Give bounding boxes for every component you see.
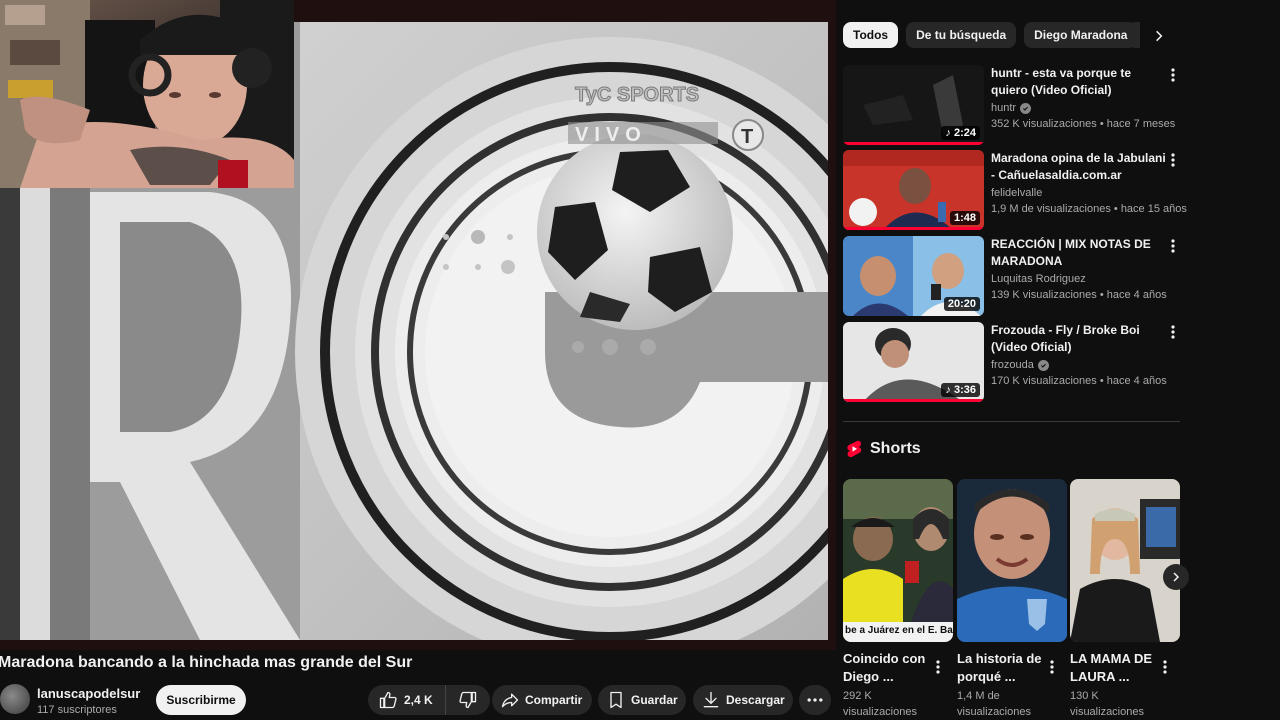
webcam-overlay [0,0,294,188]
short-caption: be a Juárez en el E. Ba [845,625,953,636]
verified-icon [1037,359,1049,371]
verified-icon [1020,102,1032,114]
recommendation-title[interactable]: Maradona opina de la Jabulani - Cañuelas… [991,150,1171,184]
chip-diego-maradona[interactable]: Diego Maradona [1024,22,1138,48]
shorts-header: Shorts [846,440,921,458]
recommendation-item[interactable]: 1:48 Maradona opina de la Jabulani - Cañ… [843,150,1187,230]
chip-overflow [1128,22,1140,48]
share-label: Compartir [525,693,583,707]
more-vertical-icon[interactable] [1169,238,1177,254]
save-button[interactable]: Guardar [598,685,686,715]
download-icon [703,691,719,708]
channel-name[interactable]: lanuscapodelsur [37,686,140,701]
dislike-button[interactable] [446,685,490,715]
short-views: 1,4 M de visualizaciones [957,690,1031,718]
like-dislike-group: 2,4 K [368,685,490,715]
video-thumbnail[interactable]: 1:48 [843,150,984,230]
short-title[interactable]: Coincido con Diego ... [843,650,931,686]
section-divider [843,421,1180,422]
subscribe-button[interactable]: Suscribirme [156,685,246,715]
chip-de-tu-busqueda[interactable]: De tu búsqueda [906,22,1017,48]
recommendation-item[interactable]: 20:20 REACCIÓN | MIX NOTAS DE MARADONA L… [843,236,1183,316]
more-vertical-icon[interactable] [934,659,942,675]
recommendation-channel[interactable]: felidelvalle [991,187,1042,199]
save-label: Guardar [631,693,678,707]
short-thumbnail[interactable] [957,479,1067,642]
short-thumbnail[interactable]: be a Juárez en el E. Ba [843,479,953,642]
filter-chips: Todos De tu búsqueda Diego Maradona [843,22,1138,48]
short-views: 130 K visualizaciones [1070,690,1144,718]
download-label: Descargar [726,693,785,707]
recommendation-item[interactable]: ♪ 2:24 huntr - esta va porque te quiero … [843,65,1183,145]
short-item[interactable]: be a Juárez en el E. Ba Coincido con Die… [843,479,953,720]
short-title[interactable]: La historia de porqué ... [957,650,1045,686]
more-horizontal-icon [807,698,823,702]
more-vertical-icon[interactable] [1048,659,1056,675]
short-item[interactable]: La historia de porqué ... 1,4 M de visua… [957,479,1067,720]
recommendation-title[interactable]: REACCIÓN | MIX NOTAS DE MARADONA [991,236,1171,270]
more-actions-button[interactable] [799,685,831,715]
video-thumbnail[interactable]: ♪ 2:24 [843,65,984,145]
chevron-right-icon [1173,572,1180,582]
share-button[interactable]: Compartir [492,685,592,715]
more-vertical-icon[interactable] [1161,659,1169,675]
recommendation-item[interactable]: ♪ 3:36 Frozouda - Fly / Broke Boi (Video… [843,322,1183,402]
chip-todos[interactable]: Todos [843,22,899,48]
shorts-heading: Shorts [870,440,921,457]
bookmark-icon [610,691,622,709]
recommendation-channel[interactable]: huntr [991,102,1032,114]
thumbs-up-icon [379,691,397,709]
recommendation-meta: 352 K visualizaciones • hace 7 meses [991,118,1176,130]
shorts-next-button[interactable] [1163,564,1189,590]
video-title: Maradona bancando a la hinchada mas gran… [0,654,413,671]
overlay-live: VIVO [575,124,647,146]
duration-badge: 20:20 [943,297,980,311]
duration-badge: ♪ 3:36 [941,383,980,397]
like-count: 2,4 K [404,693,433,707]
more-vertical-icon[interactable] [1169,324,1177,340]
short-item[interactable]: LA MAMA DE LAURA ... 130 K visualizacion… [1070,479,1180,720]
short-views: 292 K visualizaciones [843,690,917,718]
download-button[interactable]: Descargar [693,685,793,715]
recommendation-title[interactable]: Frozouda - Fly / Broke Boi (Video Oficia… [991,322,1171,356]
recommendation-meta: 1,9 M de visualizaciones • hace 15 años [991,203,1187,215]
recommendation-meta: 139 K visualizaciones • hace 4 años [991,289,1167,301]
more-vertical-icon[interactable] [1169,152,1177,168]
recommendation-title[interactable]: huntr - esta va porque te quiero (Video … [991,65,1171,99]
video-thumbnail[interactable]: 20:20 [843,236,984,316]
recommendation-meta: 170 K visualizaciones • hace 4 años [991,375,1167,387]
duration-badge: ♪ 2:24 [941,126,980,140]
subscriber-count: 117 suscriptores [37,704,117,716]
channel-avatar[interactable] [0,684,30,714]
duration-badge: 1:48 [949,211,980,225]
short-thumbnail[interactable] [1070,479,1180,642]
watch-progress-bar [843,227,984,230]
share-icon [501,693,519,708]
chips-next-button[interactable] [1148,25,1170,47]
watch-progress-bar [843,142,984,145]
overlay-badge: T [741,126,753,148]
overlay-brand: TyC SPORTS [575,84,699,106]
recommendation-channel[interactable]: Luquitas Rodriguez [991,273,1086,285]
thumbs-down-icon [459,691,477,709]
short-title[interactable]: LA MAMA DE LAURA ... [1070,650,1158,686]
chevron-right-icon [1156,30,1163,42]
watch-progress-bar [843,399,984,402]
like-button[interactable]: 2,4 K [368,685,446,715]
video-thumbnail[interactable]: ♪ 3:36 [843,322,984,402]
more-vertical-icon[interactable] [1169,67,1177,83]
shorts-logo-icon [847,440,862,458]
recommendation-channel[interactable]: frozouda [991,359,1049,371]
